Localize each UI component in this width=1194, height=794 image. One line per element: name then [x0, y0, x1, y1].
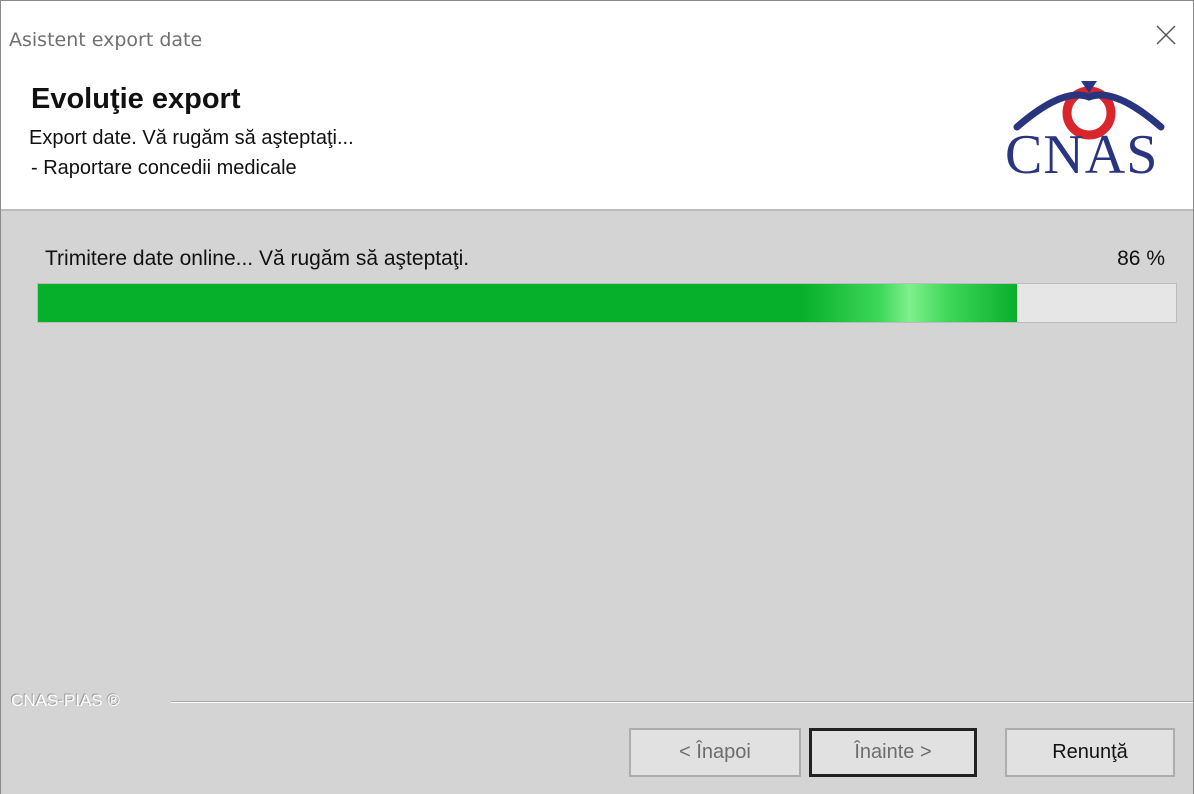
next-button[interactable]: Înainte > [809, 728, 977, 777]
export-wizard-window: Asistent export date Evoluţie export Exp… [0, 0, 1194, 794]
cnas-logo: CNAS [1003, 79, 1173, 189]
window-title: Asistent export date [9, 29, 203, 51]
close-button[interactable] [1139, 7, 1193, 63]
wizard-header: Evoluţie export Export date. Vă rugăm să… [1, 67, 1193, 211]
back-button[interactable]: < Înapoi [629, 728, 801, 777]
progress-percent: 86 % [1117, 247, 1165, 270]
progress-bar [37, 283, 1177, 323]
progress-status: Trimitere date online... Vă rugăm să aşt… [45, 247, 470, 270]
progress-fill [38, 284, 1017, 322]
export-detail: - Raportare concedii medicale [31, 157, 297, 179]
cancel-button[interactable]: Renunţă [1005, 728, 1175, 777]
logo-text: CNAS [1005, 124, 1159, 186]
page-subtitle: Export date. Vă rugăm să aşteptaţi... [29, 127, 354, 149]
footer-divider [171, 701, 1193, 703]
close-icon [1156, 25, 1176, 45]
title-bar: Asistent export date [1, 1, 1193, 67]
progress-panel: Trimitere date online... Vă rugăm să aşt… [1, 213, 1193, 683]
brand-label: CNAS-PIAS ® [11, 691, 120, 710]
page-title: Evoluţie export [31, 83, 241, 115]
